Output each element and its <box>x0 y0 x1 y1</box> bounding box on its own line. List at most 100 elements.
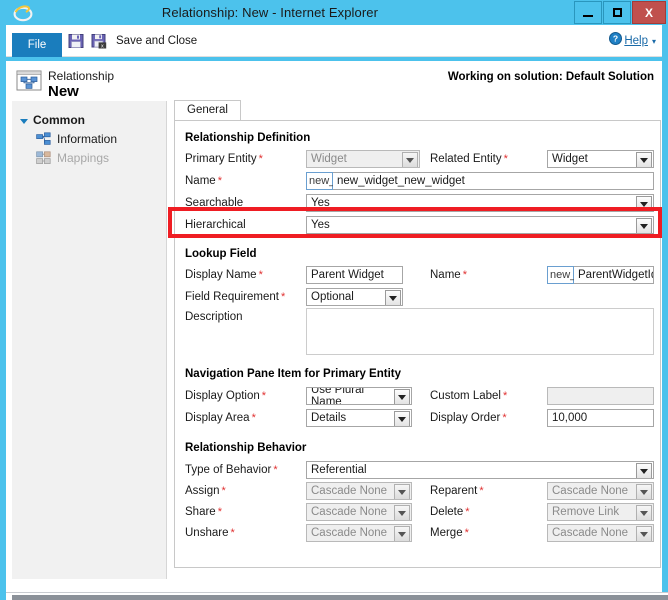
primary-entity-value: Widget <box>311 153 347 165</box>
searchable-value: Yes <box>311 197 330 209</box>
chevron-down-icon[interactable] <box>394 505 410 521</box>
display-option-select[interactable]: Use Plural Name <box>306 387 412 405</box>
hierarchical-select[interactable]: Yes <box>306 216 654 234</box>
chevron-down-icon[interactable] <box>394 526 410 542</box>
display-order-input[interactable]: 10,000 <box>547 409 654 427</box>
relationship-icon <box>15 68 43 94</box>
page-title: New <box>48 83 79 100</box>
merge-select[interactable]: Cascade None <box>547 524 654 542</box>
custom-label-input[interactable] <box>547 387 654 405</box>
delete-select[interactable]: Remove Link <box>547 503 654 521</box>
svg-text:?: ? <box>613 34 618 44</box>
mappings-icon <box>36 151 51 165</box>
display-area-select[interactable]: Details <box>306 409 412 427</box>
searchable-select[interactable]: Yes <box>306 194 654 212</box>
ribbon-toolbar: File x Save and <box>6 25 668 57</box>
section-title-relationship-definition: Relationship Definition <box>185 132 310 144</box>
information-icon <box>36 132 51 146</box>
ribbon-commands: x Save and Close <box>68 25 197 57</box>
unshare-select[interactable]: Cascade None <box>306 524 412 542</box>
related-entity-value: Widget <box>552 153 588 165</box>
merge-value: Cascade None <box>552 527 628 539</box>
related-entity-select[interactable]: Widget <box>547 150 654 168</box>
triangle-down-icon <box>20 119 28 124</box>
relationship-name-input[interactable]: new_widget_new_widget <box>333 172 654 190</box>
label-merge: Merge* <box>430 527 469 539</box>
primary-entity-select[interactable]: Widget <box>306 150 420 168</box>
label-relationship-name: Name* <box>185 175 222 187</box>
label-related-entity: Related Entity* <box>430 153 508 165</box>
label-reparent: Reparent* <box>430 485 484 497</box>
chevron-down-icon[interactable] <box>636 218 652 234</box>
lookup-name-prefix: new_ <box>547 266 574 284</box>
internet-explorer-icon <box>10 2 36 24</box>
chevron-down-icon[interactable] <box>636 463 652 479</box>
label-type-of-behavior: Type of Behavior* <box>185 464 278 476</box>
label-description: Description <box>185 311 243 323</box>
help-icon: ? <box>609 32 622 50</box>
share-select[interactable]: Cascade None <box>306 503 412 521</box>
relationship-name-value: new_widget_new_widget <box>337 175 465 187</box>
reparent-value: Cascade None <box>552 485 628 497</box>
chevron-down-icon[interactable] <box>385 290 401 306</box>
lookup-display-name-input[interactable]: Parent Widget <box>306 266 403 284</box>
display-order-value: 10,000 <box>552 412 587 424</box>
share-value: Cascade None <box>311 506 387 518</box>
type-of-behavior-select[interactable]: Referential <box>306 461 654 479</box>
display-option-value: Use Plural Name <box>311 387 392 405</box>
nav-group-label: Common <box>33 113 85 127</box>
chevron-down-icon[interactable]: ▾ <box>652 37 656 46</box>
window-status-bar <box>12 595 668 600</box>
section-title-relationship-behavior: Relationship Behavior <box>185 442 306 454</box>
label-custom-label: Custom Label* <box>430 390 507 402</box>
type-of-behavior-value: Referential <box>311 464 367 476</box>
minimize-button[interactable] <box>574 1 602 24</box>
description-textarea[interactable] <box>306 308 654 355</box>
assign-select[interactable]: Cascade None <box>306 482 412 500</box>
lookup-name-value: ParentWidgetId <box>578 269 654 281</box>
chevron-down-icon[interactable] <box>394 484 410 500</box>
help-label[interactable]: Help <box>624 35 648 47</box>
internet-explorer-window: Relationship: New - Internet Explorer X … <box>0 0 668 600</box>
sidebar-item-label: Information <box>57 132 117 146</box>
lookup-name-input[interactable]: ParentWidgetId <box>574 266 654 284</box>
sidebar-item-information[interactable]: Information <box>36 132 117 146</box>
window-titlebar: Relationship: New - Internet Explorer X <box>6 0 668 25</box>
chevron-down-icon[interactable] <box>636 484 652 500</box>
label-hierarchical: Hierarchical <box>185 219 246 231</box>
chevron-down-icon[interactable] <box>636 152 652 168</box>
field-requirement-value: Optional <box>311 291 354 303</box>
chevron-down-icon[interactable] <box>636 526 652 542</box>
label-searchable: Searchable <box>185 197 243 209</box>
svg-text:x: x <box>101 44 104 49</box>
label-display-order: Display Order* <box>430 412 507 424</box>
nav-group-common[interactable]: Common <box>20 113 85 127</box>
form-panel: Relationship Definition Primary Entity* … <box>174 121 661 568</box>
section-title-navigation-pane: Navigation Pane Item for Primary Entity <box>185 368 401 380</box>
chevron-down-icon[interactable] <box>636 505 652 521</box>
save-and-close-icon[interactable]: x <box>91 33 108 49</box>
save-and-close-label[interactable]: Save and Close <box>116 35 197 47</box>
form-tabstrip: General <box>174 100 661 121</box>
delete-value: Remove Link <box>552 506 619 518</box>
relationship-name-prefix: new_ <box>306 172 333 190</box>
chevron-down-icon[interactable] <box>394 389 410 405</box>
chevron-down-icon[interactable] <box>402 152 418 168</box>
file-tab[interactable]: File <box>12 33 62 57</box>
reparent-select[interactable]: Cascade None <box>547 482 654 500</box>
window-title: Relationship: New - Internet Explorer <box>36 5 574 20</box>
maximize-button[interactable] <box>603 1 631 24</box>
label-primary-entity: Primary Entity* <box>185 153 263 165</box>
tab-general[interactable]: General <box>174 100 241 120</box>
sidebar-item-label: Mappings <box>57 151 109 165</box>
close-button[interactable]: X <box>632 1 666 24</box>
chevron-down-icon[interactable] <box>394 411 410 427</box>
chevron-down-icon[interactable] <box>636 196 652 212</box>
field-requirement-select[interactable]: Optional <box>306 288 403 306</box>
unshare-value: Cascade None <box>311 527 387 539</box>
help-menu[interactable]: ? Help ▾ <box>609 25 656 57</box>
label-lookup-name: Name* <box>430 269 467 281</box>
label-assign: Assign* <box>185 485 226 497</box>
save-icon[interactable] <box>68 33 84 49</box>
sidebar-item-mappings[interactable]: Mappings <box>36 151 109 165</box>
